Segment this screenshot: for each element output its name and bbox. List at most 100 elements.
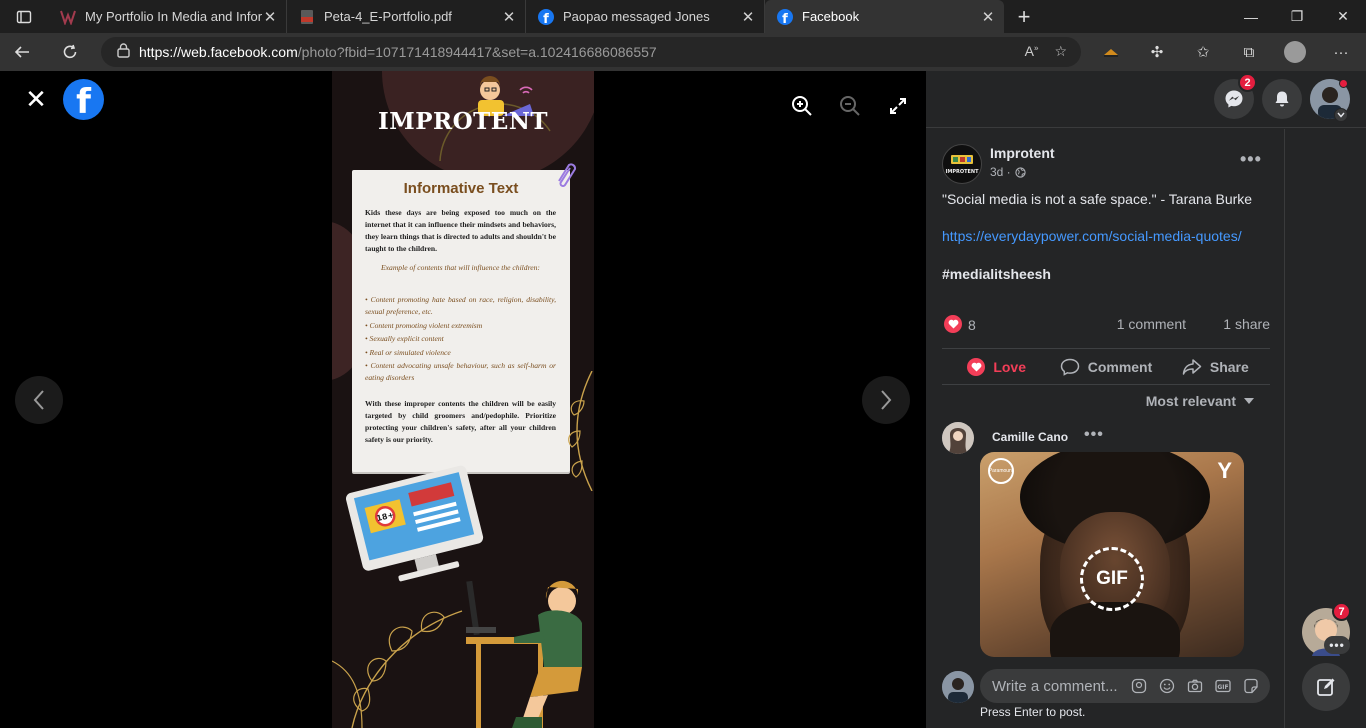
reactions-summary: 8 1 comment 1 share — [942, 315, 1270, 335]
page-name[interactable]: Improtent — [990, 145, 1055, 161]
chevron-right-icon — [881, 390, 892, 410]
post-time[interactable]: 3d · — [990, 165, 1011, 179]
url-field[interactable]: https://web.facebook.com/photo?fbid=1071… — [101, 37, 1081, 67]
press-enter-hint: Press Enter to post. — [980, 705, 1086, 719]
card-heading: Informative Text — [403, 180, 519, 197]
tab-pdf[interactable]: Peta-4_E-Portfolio.pdf ✕ — [287, 0, 526, 33]
share-icon — [1182, 358, 1202, 375]
card-closing: With these improper contents the childre… — [365, 399, 556, 444]
notification-dot — [1339, 79, 1348, 88]
list-item: • Sexually explicit content — [365, 334, 444, 343]
card-example-heading: Example of contents that will influence … — [381, 263, 540, 272]
comment-gif[interactable]: Paramount Y GIF — [980, 452, 1244, 657]
leaf-decoration-icon — [332, 610, 463, 728]
extensions-puzzle-icon[interactable]: ✣ — [1134, 37, 1180, 67]
zoom-in-icon[interactable] — [788, 92, 816, 120]
commenter-avatar[interactable] — [942, 422, 974, 454]
post-hashtag[interactable]: #medialitsheesh — [942, 266, 1051, 282]
tab-actions-button[interactable] — [0, 0, 48, 33]
reaction-count[interactable]: 8 — [968, 317, 976, 333]
chat-badge: 7 — [1332, 602, 1351, 621]
toolbar-icons: ✣ ✩ ⧉ ··· — [1088, 37, 1364, 67]
share-count[interactable]: 1 share — [1223, 316, 1270, 332]
close-window-icon[interactable]: ✕ — [1320, 0, 1366, 33]
url-host: https://web.facebook.com — [139, 44, 298, 60]
messenger-button[interactable]: 2 — [1214, 73, 1257, 119]
chevron-down-icon[interactable] — [1334, 108, 1348, 122]
tab-paopao[interactable]: f Paopao messaged Jones ✕ — [526, 0, 765, 33]
gif-play-badge[interactable]: GIF — [1080, 547, 1144, 611]
paramount-logo: Paramount — [988, 458, 1014, 484]
paperclip-icon — [558, 163, 577, 187]
post-options-icon[interactable]: ••• — [1240, 149, 1262, 170]
back-arrow-icon — [14, 46, 29, 58]
post-meta: 3d · — [990, 165, 1026, 179]
more-menu-icon[interactable]: ··· — [1318, 37, 1364, 67]
refresh-button[interactable] — [48, 33, 92, 71]
post-details: IMPROTENT Improtent 3d · ••• "Social med… — [926, 129, 1284, 728]
commenter-name[interactable]: Camille Cano — [992, 430, 1068, 444]
close-tab-icon[interactable]: ✕ — [980, 8, 996, 26]
zoom-tools — [788, 92, 912, 120]
avatar-sticker-icon[interactable] — [1130, 677, 1148, 695]
comment-sort-dropdown[interactable]: Most relevant — [1146, 393, 1254, 409]
chat-head-avatar[interactable]: 7 ••• — [1302, 602, 1351, 656]
bell-icon — [1275, 91, 1289, 107]
tab-bar: My Portfolio In Media and Inform ✕ Peta-… — [0, 0, 1366, 33]
new-tab-button[interactable]: + — [1004, 0, 1044, 33]
fullscreen-icon[interactable] — [884, 92, 912, 120]
svg-text:GIF: GIF — [1217, 684, 1228, 691]
next-photo-button[interactable] — [862, 376, 910, 424]
notifications-button[interactable] — [1262, 79, 1302, 119]
comment-count[interactable]: 1 comment — [1117, 316, 1186, 332]
lock-icon[interactable] — [117, 43, 139, 61]
love-icon — [967, 357, 986, 376]
post-link[interactable]: https://everydaypower.com/social-media-q… — [942, 228, 1242, 244]
person-at-computer-icon — [466, 580, 582, 728]
svg-text:f: f — [782, 12, 788, 25]
zoom-out-icon[interactable] — [836, 92, 864, 120]
tab-facebook[interactable]: f Facebook ✕ — [765, 0, 1004, 33]
gif-icon[interactable]: GIF — [1214, 677, 1232, 695]
favorite-add-icon[interactable]: ☆ — [1054, 43, 1067, 60]
extension-icon[interactable] — [1088, 37, 1134, 67]
minimize-icon[interactable]: — — [1228, 0, 1274, 33]
camera-icon[interactable] — [1186, 677, 1204, 695]
new-message-button[interactable] — [1302, 663, 1350, 711]
comment-button[interactable]: Comment — [1051, 349, 1160, 384]
caret-down-icon — [1244, 398, 1254, 404]
favorites-icon[interactable]: ✩ — [1180, 37, 1226, 67]
previous-photo-button[interactable] — [15, 376, 63, 424]
back-button[interactable] — [0, 33, 44, 71]
comment-label: Comment — [1087, 358, 1153, 375]
facebook-logo[interactable]: f — [63, 79, 104, 120]
my-avatar[interactable] — [942, 671, 974, 703]
close-viewer-button[interactable]: ✕ — [22, 86, 50, 114]
messenger-icon — [1225, 90, 1243, 108]
love-button[interactable]: Love — [942, 349, 1051, 384]
close-tab-icon[interactable]: ✕ — [501, 8, 517, 26]
messenger-badge: 2 — [1238, 73, 1257, 92]
facebook-icon: f — [538, 8, 554, 25]
panel-scrollbar[interactable] — [1284, 129, 1285, 728]
comment-options-icon[interactable]: ••• — [1084, 426, 1104, 444]
tab-portfolio[interactable]: My Portfolio In Media and Inform ✕ — [48, 0, 287, 33]
globe-icon — [1015, 166, 1026, 178]
more-chats-icon[interactable]: ••• — [1324, 636, 1350, 654]
sticker-icon[interactable] — [1242, 677, 1260, 695]
close-tab-icon[interactable]: ✕ — [262, 8, 278, 26]
leaf-decoration-icon — [568, 371, 593, 491]
comment-placeholder: Write a comment... — [992, 677, 1118, 695]
profile-icon[interactable] — [1272, 37, 1318, 67]
read-aloud-icon[interactable]: A» — [1025, 43, 1039, 60]
pdf-icon — [299, 9, 315, 25]
comment-input[interactable]: Write a comment... GIF — [980, 669, 1270, 703]
love-reaction-icon[interactable] — [944, 315, 962, 333]
restore-icon[interactable]: ❐ — [1274, 0, 1320, 33]
address-bar: https://web.facebook.com/photo?fbid=1071… — [0, 33, 1366, 71]
page-avatar[interactable]: IMPROTENT — [942, 144, 982, 184]
collections-icon[interactable]: ⧉ — [1226, 37, 1272, 67]
share-button[interactable]: Share — [1161, 349, 1270, 384]
emoji-icon[interactable] — [1158, 677, 1176, 695]
close-tab-icon[interactable]: ✕ — [740, 8, 756, 26]
